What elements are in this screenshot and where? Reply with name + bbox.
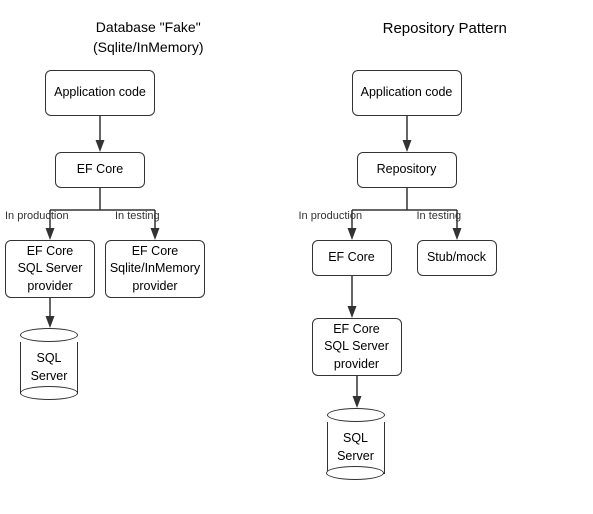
right-diagram: Repository Pattern Application code Repo… (297, 0, 593, 514)
left-cylinder-wrap: SQL Server (20, 328, 78, 394)
right-ef-core-box: EF Core (312, 240, 392, 276)
left-ef-core-box: EF Core (55, 152, 145, 188)
right-cyl-label: SQL Server (328, 430, 384, 465)
right-repository-label: Repository (377, 161, 437, 179)
right-sql-provider-label: EF Core SQL Server provider (324, 321, 389, 374)
right-sql-provider-box: EF Core SQL Server provider (312, 318, 402, 376)
left-cyl-body: SQL Server (20, 342, 78, 394)
right-stub-mock-box: Stub/mock (417, 240, 497, 276)
right-stub-mock-label: Stub/mock (427, 249, 486, 267)
right-cyl-top (327, 408, 385, 422)
left-app-code-label: Application code (54, 84, 146, 102)
left-diagram: Database "Fake" (Sqlite/InMemory) Applic… (0, 0, 297, 514)
left-title-line2: (Sqlite/InMemory) (93, 39, 203, 55)
left-cyl-label: SQL Server (21, 350, 77, 385)
right-title-label: Repository Pattern (383, 20, 507, 37)
left-app-code-box: Application code (45, 70, 155, 116)
right-repository-box: Repository (357, 152, 457, 188)
right-in-production-label: In production (299, 210, 363, 222)
right-cylinder-wrap: SQL Server (327, 408, 385, 474)
diagram-container: Database "Fake" (Sqlite/InMemory) Applic… (0, 0, 593, 514)
left-ef-core-label: EF Core (77, 161, 124, 179)
left-cyl-bottom (20, 386, 78, 400)
left-title: Database "Fake" (Sqlite/InMemory) (0, 8, 297, 57)
right-cyl-bottom (326, 466, 384, 480)
left-in-production-label: In production (5, 210, 69, 222)
left-in-testing-label: In testing (115, 210, 160, 222)
left-sqlite-provider-box: EF Core Sqlite/InMemory provider (105, 240, 205, 298)
left-sqlite-provider-label: EF Core Sqlite/InMemory provider (110, 243, 200, 296)
right-app-code-label: Application code (361, 84, 453, 102)
right-cyl-body: SQL Server (327, 422, 385, 474)
left-cyl-top (20, 328, 78, 342)
left-sql-provider-box: EF Core SQL Server provider (5, 240, 95, 298)
right-app-code-box: Application code (352, 70, 462, 116)
left-sql-provider-label: EF Core SQL Server provider (18, 243, 83, 296)
right-title: Repository Pattern (297, 8, 593, 39)
right-in-testing-label: In testing (417, 210, 462, 222)
left-title-line1: Database "Fake" (96, 19, 201, 35)
right-ef-core-label: EF Core (328, 249, 375, 267)
